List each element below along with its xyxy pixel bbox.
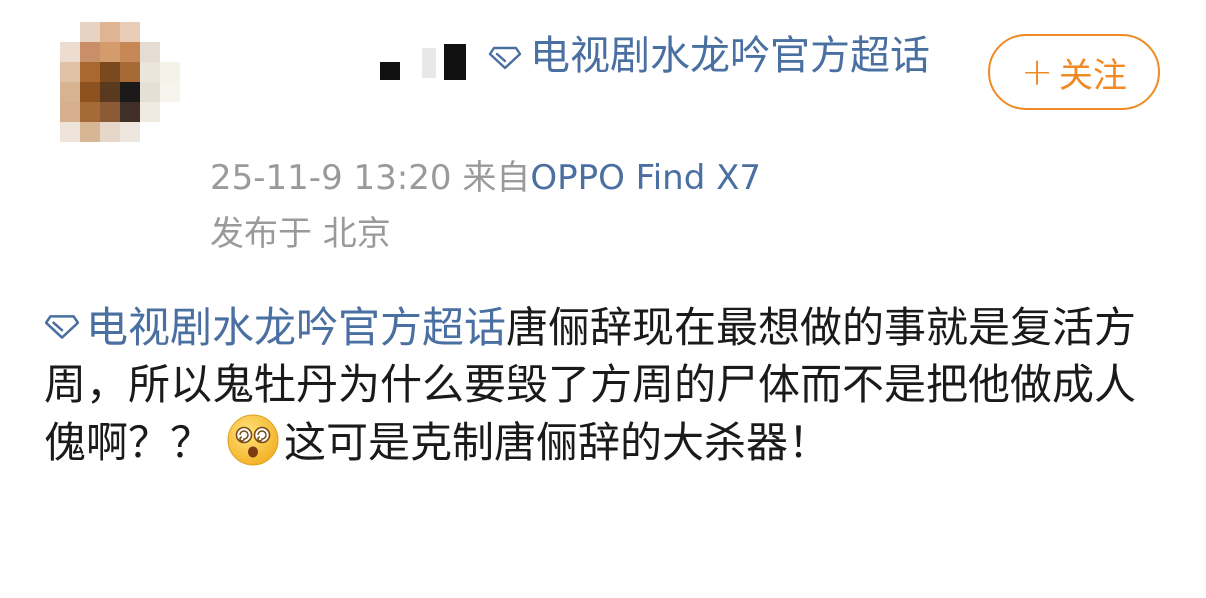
post-location: 发布于 北京 [210,214,391,254]
follow-button[interactable]: + 关注 [988,34,1160,110]
post-body: 电视剧水龙吟官方超话唐俪辞现在最想做的事就是复活方周，所以鬼牡丹为什么要毁了方周… [44,300,1154,472]
weibo-post-card: 电视剧水龙吟官方超话 + 关注 25-11-9 13:20 来自OPPO Fin… [0,0,1206,598]
super-topic-diamond-icon [488,46,522,70]
source-prefix: 来自 [462,158,531,198]
body-super-topic-text: 电视剧水龙吟官方超话 [86,303,507,352]
avatar[interactable] [60,22,180,144]
post-time: 25-11-9 13:20 [210,158,452,198]
follow-button-label: 关注 [1058,55,1127,96]
body-super-topic-link[interactable]: 电视剧水龙吟官方超话 [44,303,506,352]
plus-icon: + [1021,50,1053,94]
body-text-part-2: 这可是克制唐俪辞的大杀器！ [284,418,831,467]
source-device-link[interactable]: OPPO Find X7 [530,158,761,198]
super-topic-header-text: 电视剧水龙吟官方超话 [530,33,930,79]
post-meta: 25-11-9 13:20 来自OPPO Find X7 [210,156,761,200]
super-topic-header-link[interactable]: 电视剧水龙吟官方超话 [210,28,950,84]
super-topic-diamond-icon [44,315,80,339]
dizzy-face-emoji [227,414,279,466]
